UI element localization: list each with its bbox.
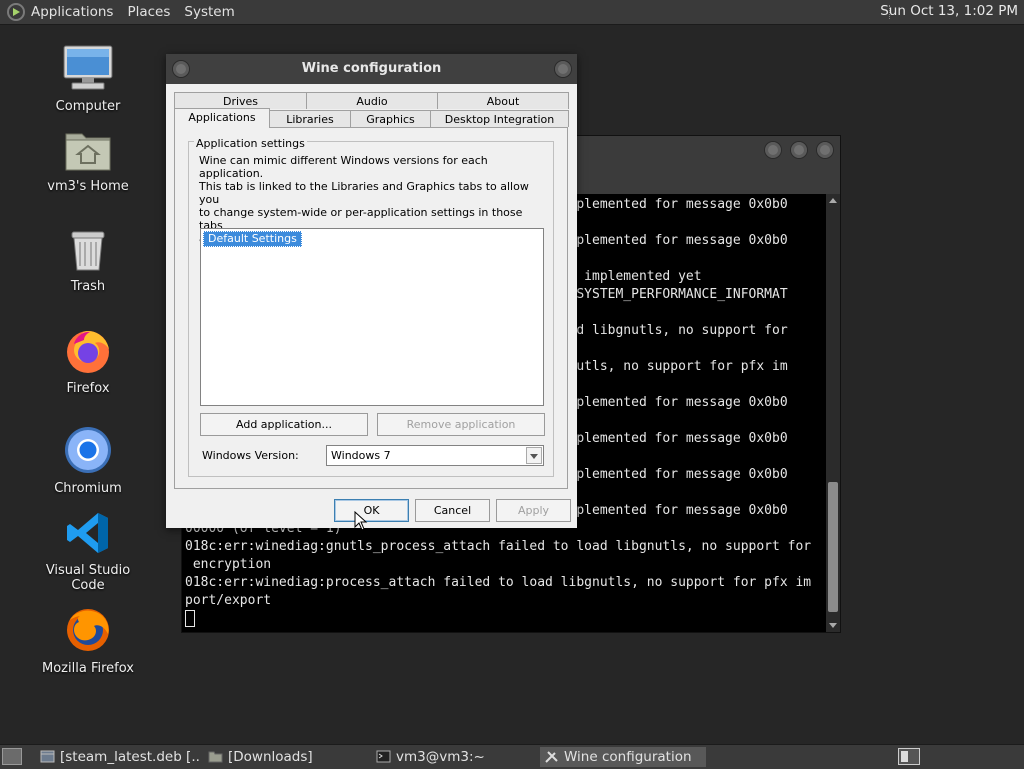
desktop-icon-label: Chromium [54, 481, 122, 496]
desktop-icon-label: Computer [55, 99, 121, 114]
desktop-icon-mozilla-firefox[interactable]: Mozilla Firefox [28, 606, 148, 676]
desktop-icon-vscode[interactable]: Visual Studio Code [28, 510, 148, 593]
terminal-line: 018c:err:winediag:process_attach failed … [185, 575, 812, 590]
chevron-down-icon[interactable] [526, 447, 542, 464]
remove-application-button[interactable]: Remove application [377, 413, 545, 436]
task-label: Wine configuration [564, 749, 692, 765]
desktop-icon-label: vm3's Home [47, 179, 129, 194]
desktop-icon-computer[interactable]: Computer [28, 44, 148, 114]
close-button[interactable] [816, 141, 834, 159]
menu-applications[interactable]: Applications [31, 4, 113, 20]
terminal-line: port/export [185, 593, 272, 608]
bottom-panel: [steam_latest.deb [... [Downloads] vm3@v… [0, 744, 1024, 769]
desktop-icon-firefox[interactable]: Firefox [28, 326, 148, 396]
tab-applications[interactable]: Applications [174, 108, 270, 128]
tab-libraries[interactable]: Libraries [269, 110, 351, 127]
mouse-pointer-icon [354, 511, 368, 531]
cancel-button[interactable]: Cancel [415, 499, 490, 522]
add-application-button[interactable]: Add application... [200, 413, 368, 436]
firefox-icon [67, 609, 109, 651]
chromium-icon [65, 427, 111, 473]
dialog-title: Wine configuration [301, 61, 442, 76]
distro-logo-icon[interactable] [7, 3, 25, 21]
menu-places[interactable]: Places [127, 4, 170, 20]
task-terminal[interactable]: vm3@vm3:~ [372, 747, 536, 767]
windows-version-value: Windows 7 [331, 449, 391, 462]
windows-version-label: Windows Version: [202, 449, 299, 462]
trash-icon [71, 231, 105, 271]
desktop-icon-home[interactable]: vm3's Home [28, 128, 148, 194]
terminal-scrollbar[interactable] [826, 194, 840, 632]
scroll-up-icon[interactable] [829, 198, 837, 203]
apply-button[interactable]: Apply [496, 499, 571, 522]
clock[interactable]: Sun Oct 13, 1:02 PM [880, 3, 1018, 19]
wine-config-dialog: Wine configuration Drives Audio About Ap… [166, 54, 577, 528]
group-title: Application settings [194, 137, 307, 150]
desktop-icon-trash[interactable]: Trash [28, 228, 148, 294]
application-list[interactable]: Default Settings [200, 228, 544, 406]
vscode-icon [67, 513, 108, 553]
folder-icon [208, 751, 223, 763]
desktop-icon-chromium[interactable]: Chromium [28, 426, 148, 496]
terminal-icon [376, 750, 391, 763]
maximize-button[interactable] [790, 141, 808, 159]
menu-system[interactable]: System [184, 4, 234, 20]
terminal-line: 018c:err:winediag:gnutls_process_attach … [185, 539, 812, 554]
wine-tools-icon [545, 751, 558, 763]
task-downloads[interactable]: [Downloads] [204, 747, 368, 767]
dialog-titlebar[interactable]: Wine configuration [166, 54, 577, 84]
minimize-button[interactable] [764, 141, 782, 159]
desktop-icon-label: Firefox [66, 381, 110, 396]
task-steam-deb[interactable]: [steam_latest.deb [... [36, 747, 200, 767]
workspace-switcher-icon[interactable] [898, 748, 920, 765]
firefox-icon [67, 331, 109, 373]
desktop-icon-label: Mozilla Firefox [42, 661, 134, 676]
task-label: [steam_latest.deb [... [60, 749, 200, 765]
tab-desktop-integration[interactable]: Desktop Integration [430, 110, 569, 127]
dialog-body: Drives Audio About Applications Librarie… [166, 84, 577, 528]
task-wine-configuration[interactable]: Wine configuration [540, 747, 706, 767]
tab-drives[interactable]: Drives [174, 92, 307, 109]
tab-about[interactable]: About [437, 92, 569, 109]
terminal-cursor [185, 610, 825, 628]
desktop-icon-label: Visual Studio Code [45, 563, 131, 593]
task-label: vm3@vm3:~ [396, 749, 485, 765]
list-item-default-settings[interactable]: Default Settings [203, 231, 302, 247]
top-panel: Applications Places System Sun Oct 13, 1… [0, 0, 1024, 25]
terminal-line: encryption [185, 557, 272, 572]
scroll-down-icon[interactable] [829, 623, 837, 628]
tab-graphics[interactable]: Graphics [350, 110, 431, 127]
show-desktop-icon[interactable] [2, 748, 22, 765]
computer-icon [63, 45, 113, 90]
task-label: [Downloads] [228, 749, 313, 765]
tab-audio[interactable]: Audio [306, 92, 438, 109]
package-icon [40, 750, 55, 763]
scrollbar-thumb[interactable] [828, 482, 838, 612]
ok-button[interactable]: OK [334, 499, 409, 522]
windows-version-select[interactable]: Windows 7 [326, 445, 544, 466]
desktop-icon-label: Trash [70, 279, 106, 294]
home-folder-icon [65, 133, 111, 171]
